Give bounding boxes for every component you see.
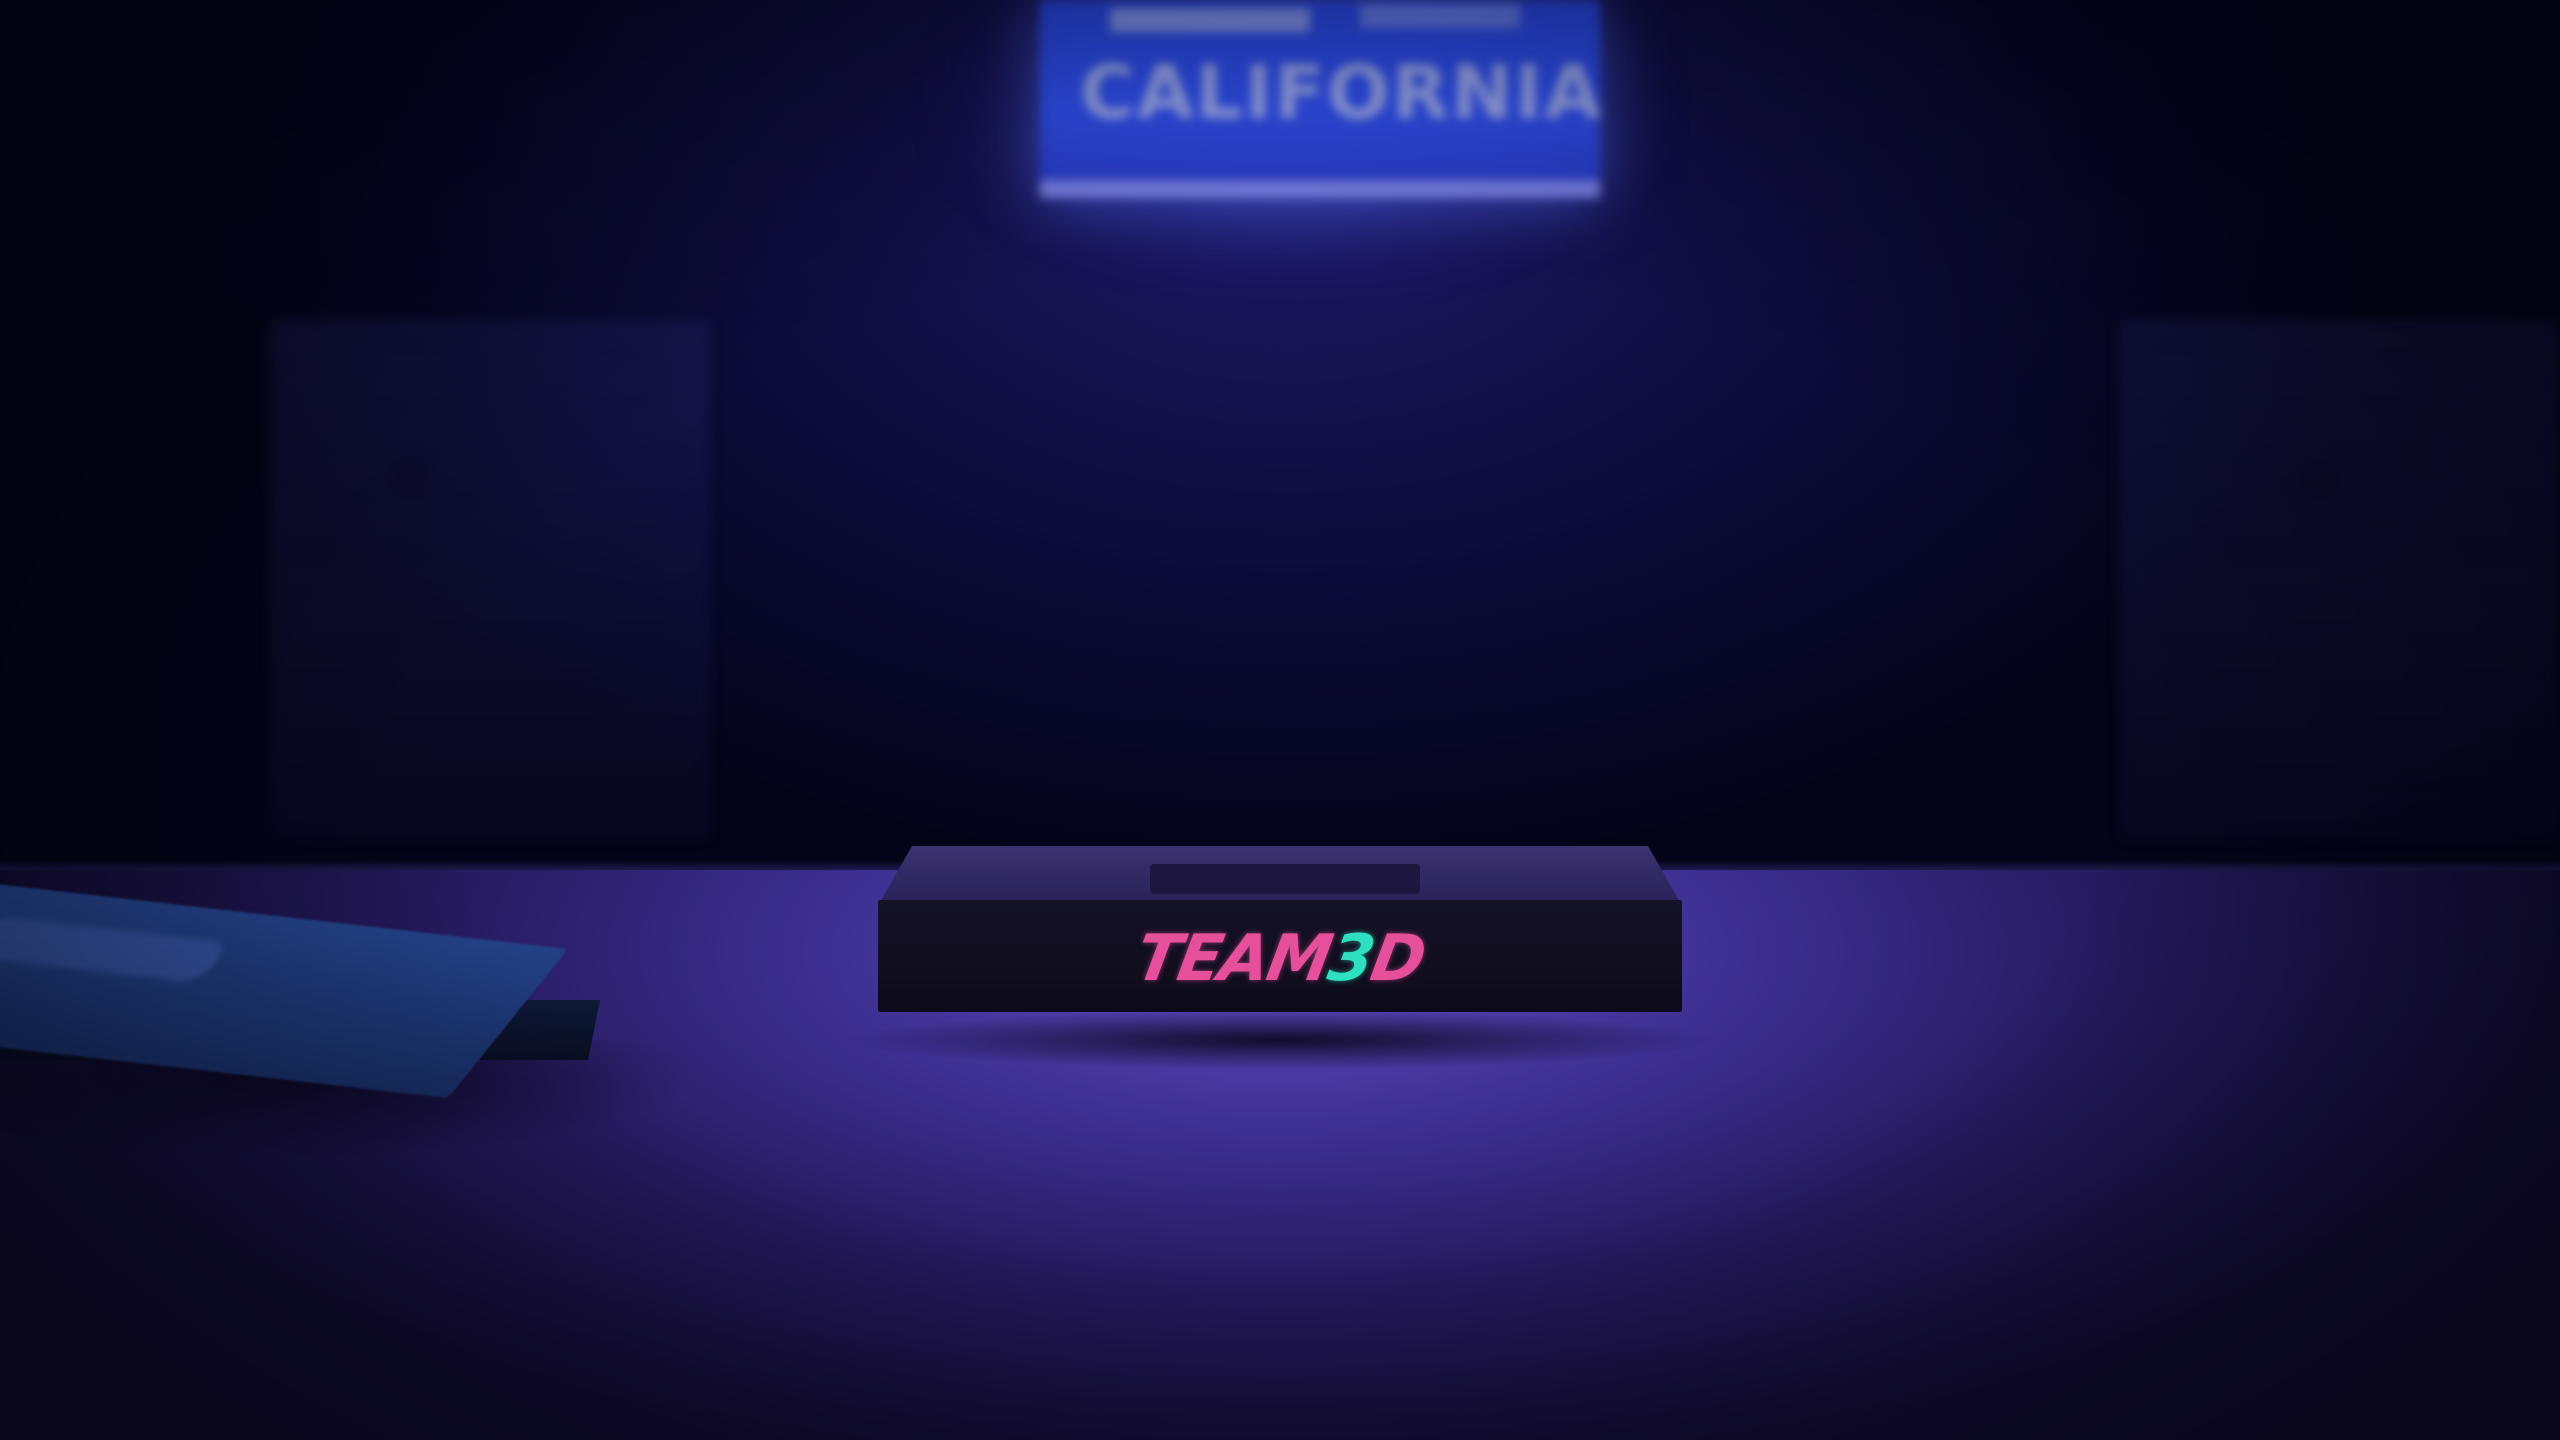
poster-strip [1110, 8, 1310, 32]
logo-team-text: TEAM [1130, 922, 1336, 996]
wall-panel-left [270, 320, 710, 840]
poster: CALIFORNIA [1040, 0, 1604, 198]
team3d-logo: TEAM3D [871, 922, 1688, 996]
wall-knob [2300, 460, 2340, 500]
book-cover-detail [0, 916, 231, 984]
tape-shadow [840, 1010, 1720, 1070]
wall-panel-right [2120, 320, 2560, 840]
poster-strip [1360, 4, 1520, 28]
vhs-tape-window [1150, 864, 1420, 894]
vhs-tape: TEAM3D [878, 900, 1682, 1012]
wall-knob [390, 460, 430, 500]
scene: CALIFORNIA TEAM3D [0, 0, 2560, 1440]
poster-text: CALIFORNIA [1080, 50, 1604, 136]
